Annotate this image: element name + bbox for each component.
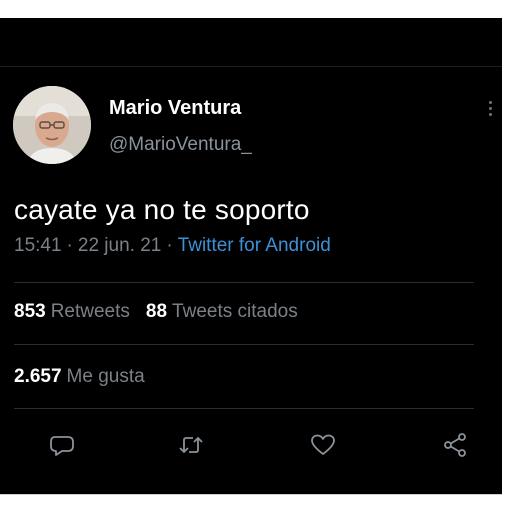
reply-icon <box>50 436 74 456</box>
tweet-metadata: 15:41 · 22 jun. 21 · Twitter for Android <box>14 235 331 257</box>
more-options-icon[interactable] <box>480 98 500 124</box>
retweet-button[interactable] <box>174 428 208 462</box>
tweet-card: Mario Ventura @MarioVentura_ cayate ya n… <box>0 18 502 494</box>
avatar-photo <box>13 86 91 164</box>
display-name[interactable]: Mario Ventura <box>109 97 241 120</box>
likes-label: Me gusta <box>66 366 145 387</box>
quote-tweets-stat[interactable]: 88 Tweets citados <box>146 301 298 322</box>
likes-count: 2.657 <box>14 366 62 387</box>
likes-stat[interactable]: 2.657 Me gusta <box>14 366 145 388</box>
quotes-label: Tweets citados <box>172 301 298 322</box>
action-bar <box>14 428 474 462</box>
tweet-time: 15:41 <box>14 235 62 256</box>
tweet-source-link[interactable]: Twitter for Android <box>178 235 331 256</box>
separator: · <box>166 235 173 256</box>
quotes-count: 88 <box>145 301 168 322</box>
avatar[interactable] <box>13 86 91 164</box>
retweets-count: 853 <box>14 301 46 322</box>
engagement-stats: 853 Retweets 88 Tweets citados <box>14 301 298 323</box>
tweet-date: 22 jun. 21 <box>77 235 162 256</box>
reply-button[interactable] <box>45 428 79 462</box>
like-button[interactable] <box>306 428 340 462</box>
user-handle[interactable]: @MarioVentura_ <box>109 134 252 156</box>
retweets-label: Retweets <box>50 301 130 322</box>
retweet-icon <box>179 436 203 454</box>
top-divider <box>0 66 502 67</box>
divider <box>14 408 474 409</box>
divider <box>14 344 474 345</box>
share-icon <box>444 433 466 457</box>
share-button[interactable] <box>438 428 472 462</box>
frame-edge <box>0 494 502 495</box>
separator: · <box>66 235 73 256</box>
retweets-stat[interactable]: 853 Retweets <box>14 301 130 322</box>
heart-icon <box>311 434 335 455</box>
tweet-text: cayate ya no te soporto <box>14 194 310 225</box>
divider <box>14 282 474 283</box>
